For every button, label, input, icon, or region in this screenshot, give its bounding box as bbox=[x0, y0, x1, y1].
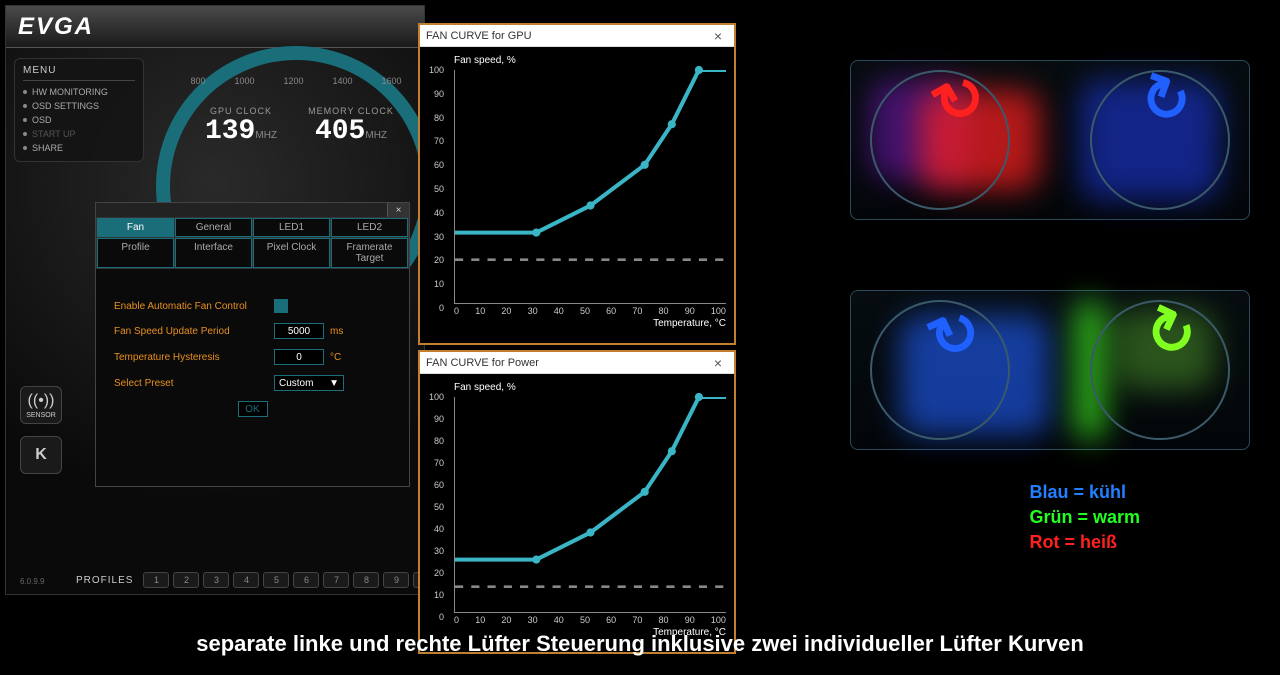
dialog-body: Enable Automatic Fan Control Fan Speed U… bbox=[96, 269, 409, 447]
chart-gpu-plot[interactable] bbox=[454, 70, 726, 304]
profile-slot-5[interactable]: 5 bbox=[263, 572, 289, 588]
profile-slot-3[interactable]: 3 bbox=[203, 572, 229, 588]
brand-logo: EVGA bbox=[18, 13, 94, 41]
tab-led1[interactable]: LED1 bbox=[253, 218, 330, 237]
profile-slot-9[interactable]: 9 bbox=[383, 572, 409, 588]
auto-fan-label: Enable Automatic Fan Control bbox=[114, 301, 274, 312]
tab-interface[interactable]: Interface bbox=[175, 238, 252, 268]
chevron-down-icon: ▼ bbox=[329, 378, 339, 389]
preset-select[interactable]: Custom ▼ bbox=[274, 375, 344, 391]
fan-curve-power-window: FAN CURVE for Power × Fan speed, % 10090… bbox=[418, 350, 736, 654]
menu-hw-monitoring[interactable]: HW MONITORING bbox=[23, 85, 135, 99]
chart-gpu-close-button[interactable]: × bbox=[708, 26, 728, 46]
tab-general[interactable]: General bbox=[175, 218, 252, 237]
gpu-card-thermal-hot: ↻ ↻ bbox=[840, 50, 1260, 230]
chart-power-plot[interactable] bbox=[454, 397, 726, 613]
profiles-bar: PROFILES 1 2 3 4 5 6 7 8 9 0 bbox=[76, 572, 439, 588]
version-label: 6.0.9.9 bbox=[20, 577, 44, 586]
menu-osd-settings[interactable]: OSD SETTINGS bbox=[23, 99, 135, 113]
chart-power-close-button[interactable]: × bbox=[708, 353, 728, 373]
color-legend: Blau = kühl Grün = warm Rot = heiß bbox=[1029, 480, 1140, 556]
chart-power-ylabel: Fan speed, % bbox=[454, 382, 726, 393]
profile-slot-8[interactable]: 8 bbox=[353, 572, 379, 588]
fan-curve-gpu-window: FAN CURVE for GPU × Fan speed, % 1009080… bbox=[418, 23, 736, 345]
dialog-close-button[interactable]: × bbox=[387, 203, 409, 217]
tab-pixel-clock[interactable]: Pixel Clock bbox=[253, 238, 330, 268]
chart-power-title: FAN CURVE for Power bbox=[426, 357, 539, 369]
ok-button[interactable]: OK bbox=[238, 401, 268, 417]
profile-slot-1[interactable]: 1 bbox=[143, 572, 169, 588]
legend-red: Rot = heiß bbox=[1029, 530, 1140, 555]
dialog-titlebar: × bbox=[96, 203, 409, 217]
menu-panel: MENU HW MONITORING OSD SETTINGS OSD STAR… bbox=[14, 58, 144, 162]
tab-fan[interactable]: Fan bbox=[97, 218, 174, 237]
title-bar: EVGA bbox=[6, 6, 424, 48]
sensor-button[interactable]: ((•)) SENSOR bbox=[20, 386, 62, 424]
profile-slot-7[interactable]: 7 bbox=[323, 572, 349, 588]
chart-power-area: Fan speed, % 1009080706050403020100 0102… bbox=[420, 374, 734, 652]
gauge-ticks: 800 1000 1200 1400 1600 bbox=[176, 76, 416, 86]
tab-framerate-target[interactable]: Framerate Target bbox=[331, 238, 408, 268]
hysteresis-label: Temperature Hysteresis bbox=[114, 352, 274, 363]
tab-profile[interactable]: Profile bbox=[97, 238, 174, 268]
fan-settings-dialog: × Fan General LED1 LED2 Profile Interfac… bbox=[95, 202, 410, 487]
menu-osd[interactable]: OSD bbox=[23, 113, 135, 127]
menu-share[interactable]: SHARE bbox=[23, 141, 135, 155]
sensor-icon: ((•)) bbox=[28, 392, 55, 410]
settings-tabs: Fan General LED1 LED2 Profile Interface … bbox=[96, 217, 409, 269]
k-boost-button[interactable]: K bbox=[20, 436, 62, 474]
menu-startup[interactable]: START UP bbox=[23, 127, 135, 141]
profile-slot-2[interactable]: 2 bbox=[173, 572, 199, 588]
gpu-card-thermal-cool: ↻ ↻ bbox=[840, 280, 1260, 460]
memory-clock-readout: MEMORY CLOCK 405MHZ bbox=[306, 106, 396, 147]
chart-gpu-ylabel: Fan speed, % bbox=[454, 55, 726, 66]
preset-label: Select Preset bbox=[114, 378, 274, 389]
chart-gpu-yaxis: 1009080706050403020100 bbox=[420, 65, 444, 313]
legend-green: Grün = warm bbox=[1029, 505, 1140, 530]
chart-gpu-title: FAN CURVE for GPU bbox=[426, 30, 532, 42]
profile-slot-6[interactable]: 6 bbox=[293, 572, 319, 588]
update-period-input[interactable] bbox=[274, 323, 324, 339]
chart-power-yaxis: 1009080706050403020100 bbox=[420, 392, 444, 622]
chart-gpu-area: Fan speed, % 1009080706050403020100 0102… bbox=[420, 47, 734, 343]
profiles-label: PROFILES bbox=[76, 575, 133, 586]
tab-led2[interactable]: LED2 bbox=[331, 218, 408, 237]
update-period-label: Fan Speed Update Period bbox=[114, 326, 274, 337]
caption-text: separate linke und rechte Lüfter Steueru… bbox=[0, 631, 1280, 657]
auto-fan-checkbox[interactable] bbox=[274, 299, 288, 313]
legend-blue: Blau = kühl bbox=[1029, 480, 1140, 505]
profile-slot-4[interactable]: 4 bbox=[233, 572, 259, 588]
gpu-clock-readout: GPU CLOCK 139MHZ bbox=[196, 106, 286, 147]
chart-gpu-titlebar[interactable]: FAN CURVE for GPU × bbox=[420, 25, 734, 47]
chart-power-titlebar[interactable]: FAN CURVE for Power × bbox=[420, 352, 734, 374]
menu-title: MENU bbox=[23, 65, 135, 81]
hysteresis-input[interactable] bbox=[274, 349, 324, 365]
